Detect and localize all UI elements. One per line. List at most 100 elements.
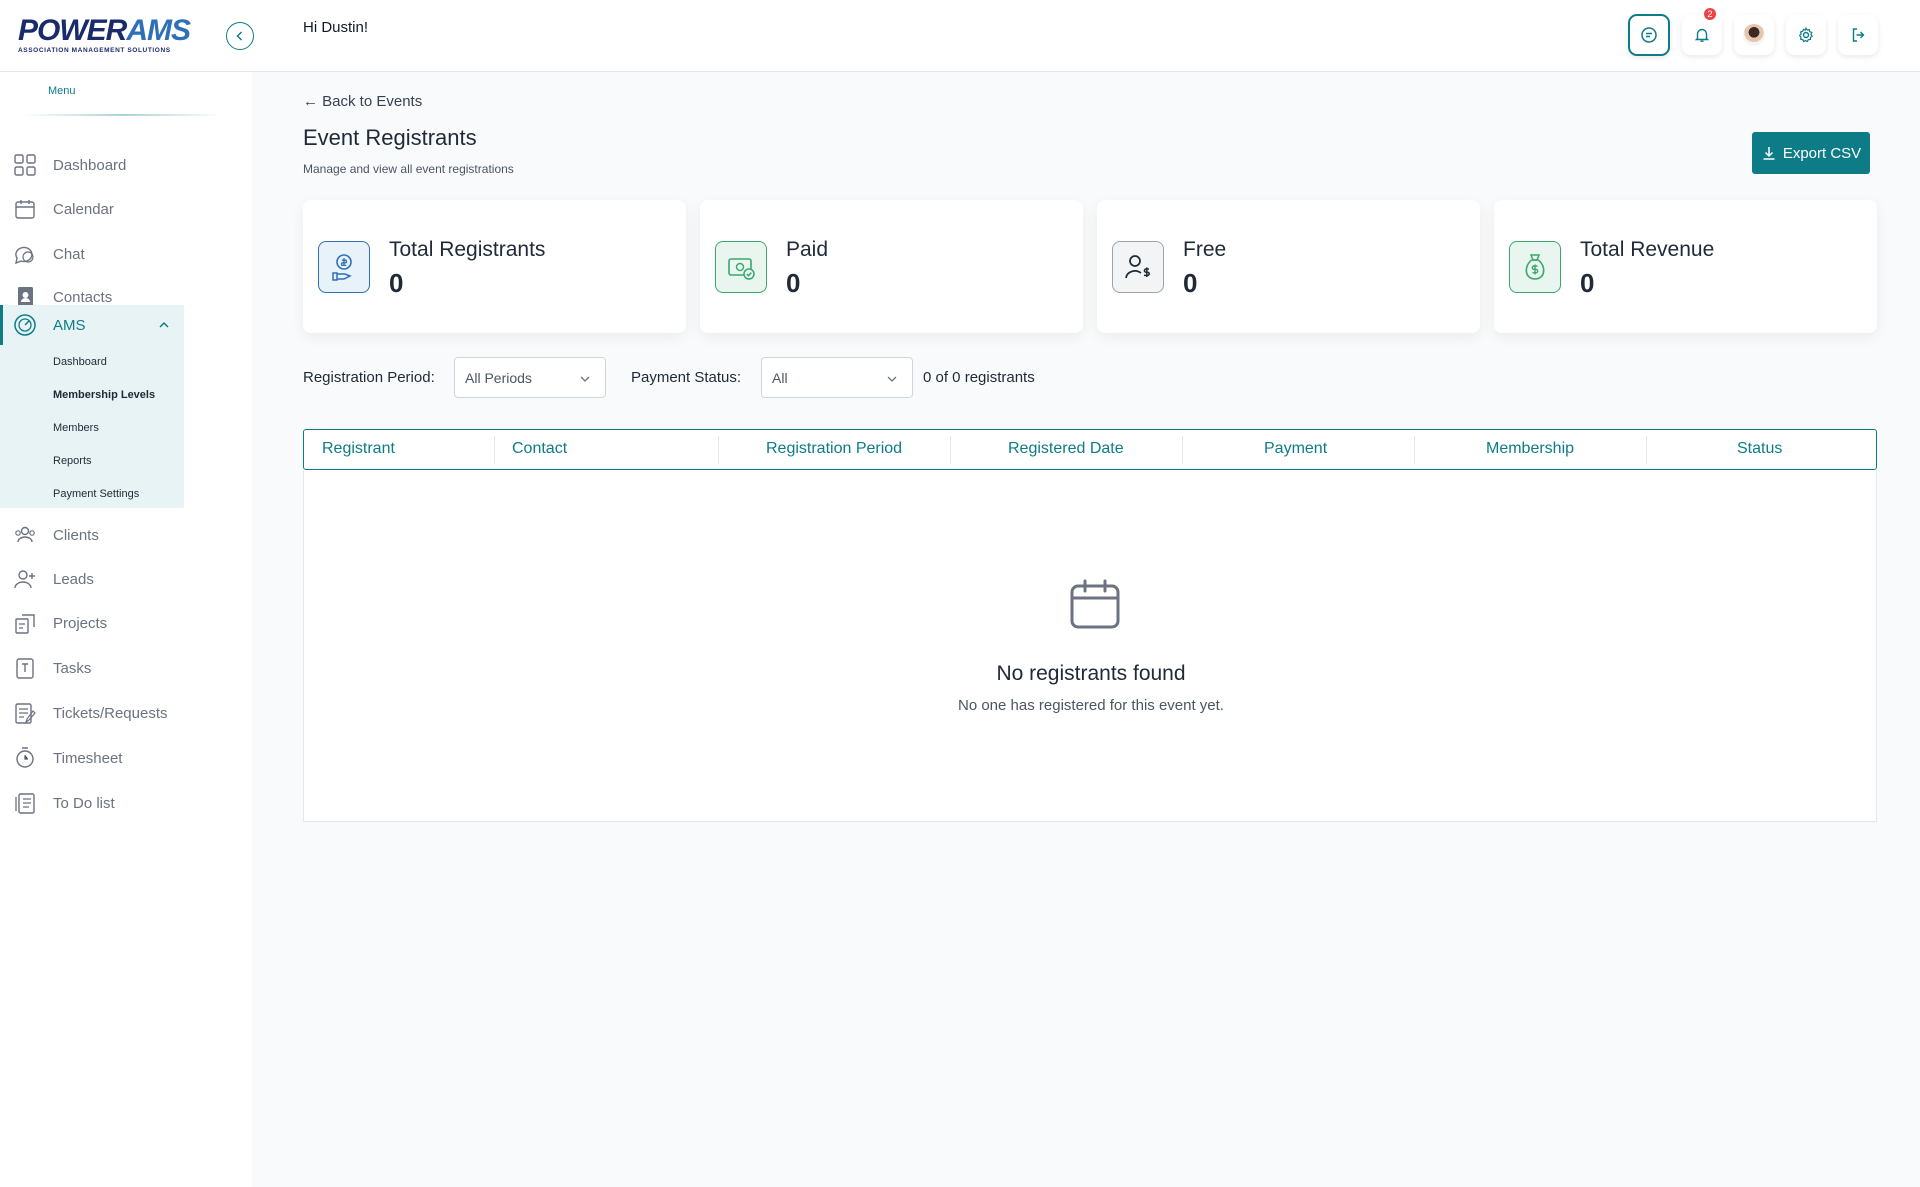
calendar-icon: [1070, 579, 1120, 629]
todo-icon: [15, 793, 35, 814]
sidebar-item-label: Contacts: [53, 288, 113, 306]
sidebar-item-tickets[interactable]: Tickets/Requests: [0, 695, 184, 731]
ams-sub-payment-settings[interactable]: Payment Settings: [53, 488, 139, 500]
stat-icon: [1112, 241, 1164, 293]
table-header: Registrant Contact Registration Period R…: [303, 429, 1877, 470]
sidebar-item-dashboard[interactable]: Dashboard: [0, 147, 184, 183]
stat-card-free: Free 0: [1097, 200, 1480, 333]
export-csv-button[interactable]: Export CSV: [1752, 132, 1870, 174]
column-header-payment[interactable]: Payment: [1264, 430, 1327, 468]
ams-sub-dashboard[interactable]: Dashboard: [53, 356, 107, 368]
logo-tagline: ASSOCIATION MANAGEMENT SOLUTIONS: [18, 47, 171, 54]
registrant-count: 0 of 0 registrants: [923, 369, 1035, 386]
ams-sub-reports[interactable]: Reports: [53, 455, 92, 467]
sidebar-item-calendar[interactable]: Calendar: [0, 191, 184, 227]
column-header-registration-period[interactable]: Registration Period: [766, 430, 902, 468]
logo-wordmark: POWERAMS: [18, 14, 191, 47]
payment-status-select[interactable]: All: [761, 357, 913, 398]
sidebar-item-projects[interactable]: Projects: [0, 605, 184, 641]
message-icon: [1641, 27, 1657, 43]
sidebar-collapse-button[interactable]: [226, 22, 254, 50]
bell-icon: [1694, 28, 1710, 42]
column-divider: [950, 436, 951, 464]
stat-label: Free: [1183, 238, 1227, 261]
timesheet-icon: [16, 747, 34, 768]
column-divider: [1182, 436, 1183, 464]
menu-divider: [24, 114, 222, 116]
stat-value: 0: [786, 268, 801, 298]
stat-value: 0: [1580, 268, 1595, 298]
column-header-status[interactable]: Status: [1737, 430, 1782, 468]
stat-label: Total Revenue: [1580, 238, 1715, 261]
sidebar-item-todo[interactable]: To Do list: [0, 785, 184, 821]
chevron-left-icon: [236, 31, 243, 41]
column-divider: [1646, 436, 1647, 464]
clients-icon: [15, 526, 35, 543]
column-header-registered-date[interactable]: Registered Date: [1008, 430, 1124, 468]
stat-card-paid: Paid 0: [700, 200, 1083, 333]
notification-badge: 2: [1704, 8, 1716, 20]
sidebar-group-ams: AMS Dashboard Membership Levels Members …: [0, 305, 184, 508]
column-header-registrant[interactable]: Registrant: [322, 430, 395, 468]
payment-status-label: Payment Status:: [631, 369, 742, 386]
stat-icon: [318, 241, 370, 293]
dashboard-grid-icon: [14, 154, 36, 176]
payment-status-value: All: [772, 369, 788, 386]
menu-label: Menu: [48, 85, 76, 97]
sidebar-item-label: Projects: [53, 614, 108, 632]
export-csv-label: Export CSV: [1782, 144, 1862, 162]
profile-button[interactable]: [1734, 15, 1774, 55]
chevron-down-icon: [580, 376, 590, 382]
column-divider: [494, 436, 495, 464]
empty-state-title: No registrants found: [996, 662, 1186, 685]
chevron-up-icon: [159, 321, 169, 328]
sidebar-item-clients[interactable]: Clients: [0, 517, 184, 553]
sidebar-item-label: Chat: [53, 245, 85, 263]
registration-period-label: Registration Period:: [303, 369, 435, 386]
page-title: Event Registrants: [303, 125, 477, 150]
sidebar-item-tasks[interactable]: Tasks: [0, 650, 184, 686]
logo[interactable]: POWERAMS ASSOCIATION MANAGEMENT SOLUTION…: [18, 14, 191, 55]
messages-button[interactable]: [1628, 14, 1670, 56]
money-hand-icon: [332, 254, 352, 281]
empty-state-subtitle: No one has registered for this event yet…: [958, 697, 1224, 714]
sidebar-item-label: Leads: [53, 570, 94, 588]
download-icon: [1763, 147, 1775, 160]
sidebar-item-chat[interactable]: Chat: [0, 236, 184, 272]
logout-icon: [1852, 28, 1865, 42]
sidebar-item-ams[interactable]: AMS: [0, 307, 184, 343]
column-header-contact[interactable]: Contact: [512, 430, 567, 468]
top-bar: POWERAMS ASSOCIATION MANAGEMENT SOLUTION…: [0, 0, 1920, 72]
back-to-events-link[interactable]: ← Back to Events: [303, 93, 422, 110]
sidebar-item-label: Dashboard: [53, 156, 127, 174]
money-bag-icon: [1525, 254, 1545, 280]
sidebar-item-leads[interactable]: Leads: [0, 561, 184, 597]
sidebar: Menu Dashboard Calendar Chat Contacts AM…: [0, 72, 252, 1187]
sidebar-item-timesheet[interactable]: Timesheet: [0, 740, 184, 776]
stat-label: Paid: [786, 238, 829, 261]
top-actions: 2: [1628, 8, 1878, 56]
projects-icon: [15, 614, 35, 634]
notifications-button[interactable]: 2: [1682, 8, 1722, 55]
sidebar-item-label: Tasks: [53, 659, 92, 677]
stat-card-total-revenue: Total Revenue 0: [1494, 200, 1877, 333]
chevron-down-icon: [887, 376, 897, 382]
column-header-membership[interactable]: Membership: [1486, 430, 1574, 468]
settings-button[interactable]: [1786, 15, 1826, 55]
stat-icon: [1509, 241, 1561, 293]
ams-sub-membership-levels[interactable]: Membership Levels: [53, 389, 155, 401]
tasks-icon: [16, 658, 34, 679]
stat-card-total-registrants: Total Registrants 0: [303, 200, 686, 333]
sidebar-item-label: Clients: [53, 526, 99, 544]
table-body: No registrants found No one has register…: [303, 470, 1877, 822]
stat-value: 0: [389, 268, 404, 298]
sidebar-item-label: Tickets/Requests: [53, 704, 168, 722]
registration-period-value: All Periods: [465, 369, 532, 386]
logout-button[interactable]: [1838, 15, 1878, 55]
greeting: Hi Dustin!: [303, 19, 369, 36]
registration-period-select[interactable]: All Periods: [454, 357, 606, 398]
stat-value: 0: [1183, 268, 1198, 298]
column-divider: [1414, 436, 1415, 464]
ams-sub-members[interactable]: Members: [53, 422, 99, 434]
leads-icon: [14, 570, 35, 589]
